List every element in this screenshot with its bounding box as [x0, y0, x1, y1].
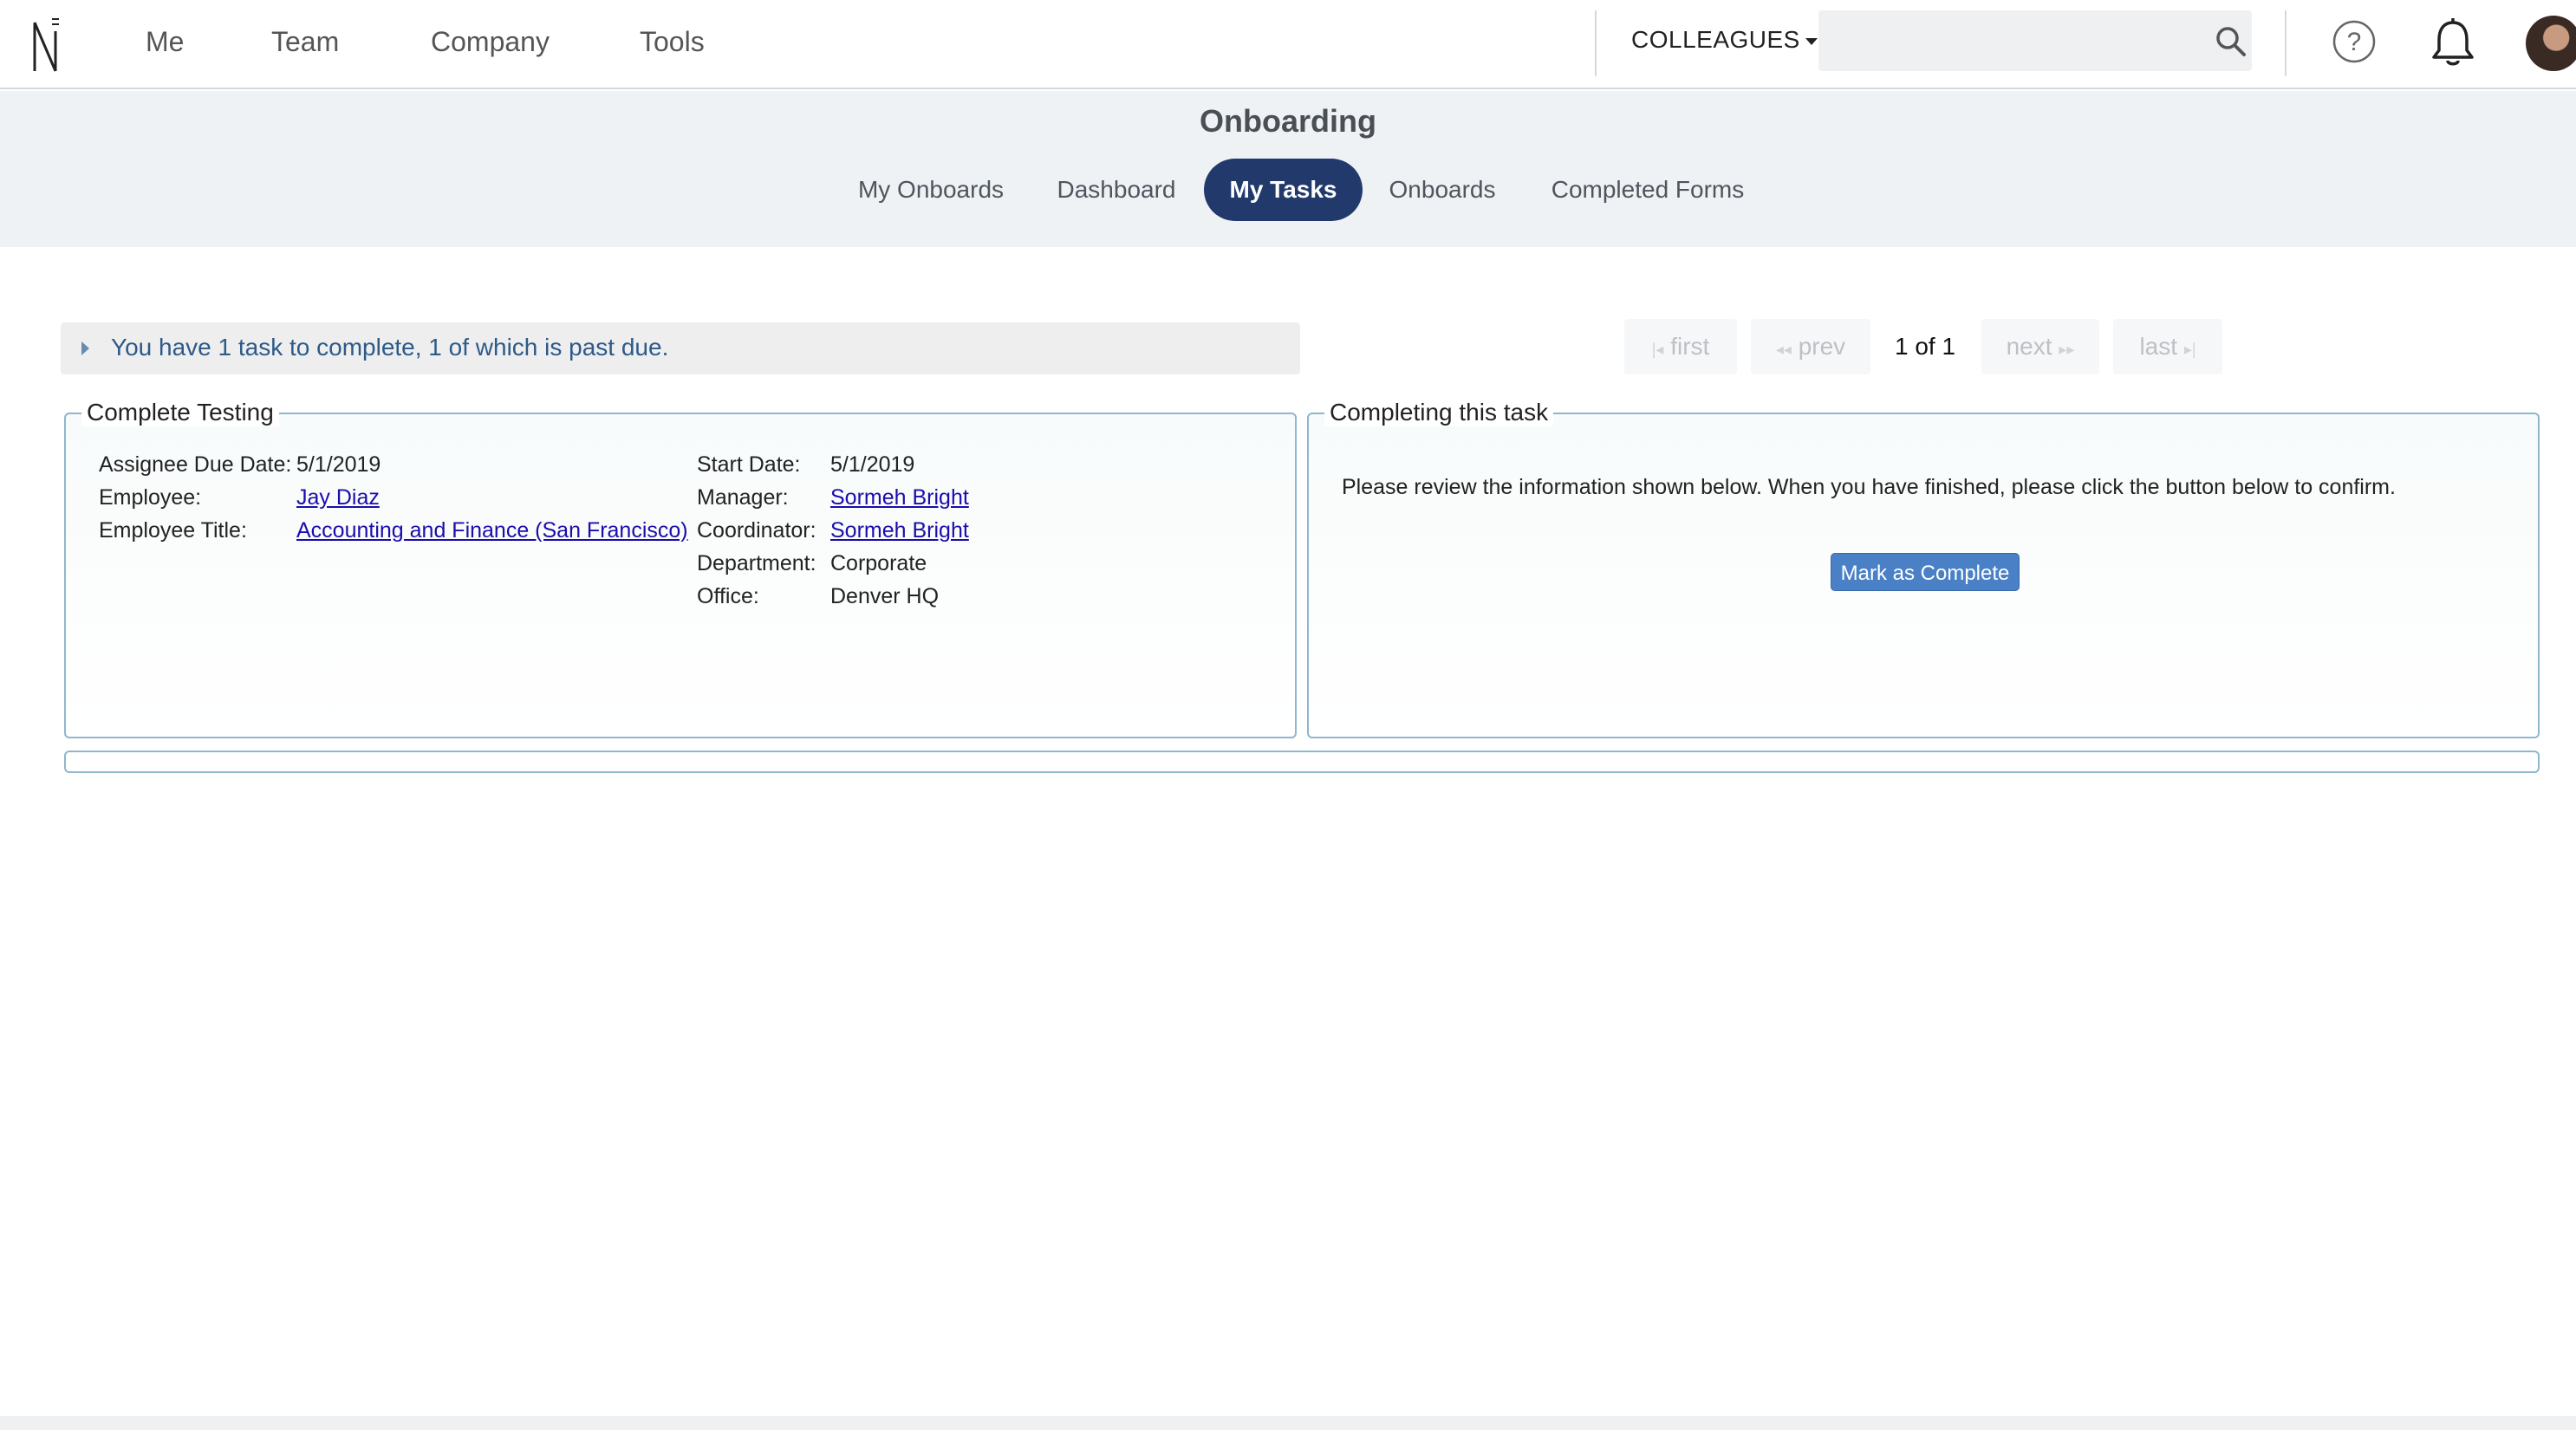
task-notice[interactable]: You have 1 task to complete, 1 of which …	[61, 322, 1300, 374]
assignee-due-date-label: Assignee Due Date:	[99, 452, 292, 477]
nav-item-team[interactable]: Team	[271, 26, 339, 58]
pager-first-label: first	[1670, 333, 1710, 360]
employee-title-link[interactable]: Accounting and Finance (San Francisco)	[296, 518, 688, 543]
pager-prev-label: prev	[1798, 333, 1846, 360]
colleagues-label: COLLEAGUES	[1631, 26, 1800, 53]
employee-label: Employee:	[99, 485, 202, 510]
pager-last-label: last	[2139, 333, 2178, 360]
task-title: Complete Testing	[81, 399, 279, 426]
pager-last-button[interactable]: last ▸|	[2113, 319, 2222, 374]
expand-arrow-icon[interactable]	[81, 341, 89, 355]
help-icon[interactable]: ?	[2332, 19, 2377, 64]
last-page-icon: ▸|	[2183, 341, 2196, 358]
footer-strip	[0, 1416, 2576, 1430]
nav-divider	[1595, 10, 1597, 76]
office-value: Denver HQ	[830, 584, 940, 608]
pager-first-button[interactable]: |◂ first	[1624, 319, 1737, 374]
employee-title-label: Employee Title:	[99, 518, 247, 543]
form-content-panel	[64, 751, 2540, 773]
start-date-label: Start Date:	[697, 452, 801, 477]
top-navigation-bar: Me Team Company Tools COLLEAGUES ?	[0, 0, 2576, 89]
company-logo[interactable]	[29, 14, 64, 75]
department-label: Department:	[697, 551, 816, 575]
completion-instructions: Please review the information shown belo…	[1342, 475, 2396, 499]
employee-link[interactable]: Jay Diaz	[296, 485, 380, 510]
manager-label: Manager:	[697, 485, 789, 510]
tab-completed-forms[interactable]: Completed Forms	[1543, 159, 1753, 221]
prev-page-icon: ◂◂	[1775, 341, 1792, 358]
onboarding-header: Onboarding My Onboards Dashboard My Task…	[0, 91, 2576, 247]
page-title: Onboarding	[1200, 103, 1376, 139]
tab-my-onboards[interactable]: My Onboards	[842, 159, 1019, 221]
svg-text:?: ?	[2347, 28, 2362, 56]
avatar[interactable]	[2526, 16, 2576, 71]
start-date-value: 5/1/2019	[830, 452, 915, 477]
coordinator-label: Coordinator:	[697, 518, 816, 543]
pager-next-button[interactable]: next ▸▸	[1981, 319, 2099, 374]
search-input[interactable]	[1829, 19, 2196, 64]
search-icon[interactable]	[2215, 26, 2247, 57]
pager-prev-button[interactable]: ◂◂ prev	[1751, 319, 1870, 374]
next-page-icon: ▸▸	[2059, 341, 2075, 358]
completion-title: Completing this task	[1324, 399, 1554, 426]
chevron-down-icon	[1805, 37, 1818, 45]
nav-item-tools[interactable]: Tools	[640, 26, 705, 58]
coordinator-link[interactable]: Sormeh Bright	[830, 518, 969, 543]
bell-icon[interactable]	[2427, 16, 2479, 69]
search-box	[1818, 10, 2252, 71]
office-label: Office:	[697, 584, 759, 608]
mark-as-complete-button[interactable]: Mark as Complete	[1831, 553, 2020, 591]
colleagues-dropdown[interactable]: COLLEAGUES	[1631, 26, 1818, 54]
assignee-due-date-value: 5/1/2019	[296, 452, 381, 477]
first-page-icon: |◂	[1651, 341, 1664, 358]
pager-next-label: next	[2006, 333, 2052, 360]
manager-link[interactable]: Sormeh Bright	[830, 485, 969, 510]
department-value: Corporate	[830, 551, 927, 575]
pager-status: 1 of 1	[1895, 333, 1956, 360]
nav-item-me[interactable]: Me	[146, 26, 184, 58]
tab-onboards[interactable]: Onboards	[1382, 159, 1503, 221]
tab-my-tasks[interactable]: My Tasks	[1204, 159, 1363, 221]
nav-divider	[2285, 10, 2287, 76]
nav-item-company[interactable]: Company	[431, 26, 550, 58]
task-notice-text: You have 1 task to complete, 1 of which …	[111, 334, 669, 361]
tab-dashboard[interactable]: Dashboard	[1049, 159, 1184, 221]
task-details-panel: Complete Testing Assignee Due Date: 5/1/…	[64, 399, 1297, 738]
